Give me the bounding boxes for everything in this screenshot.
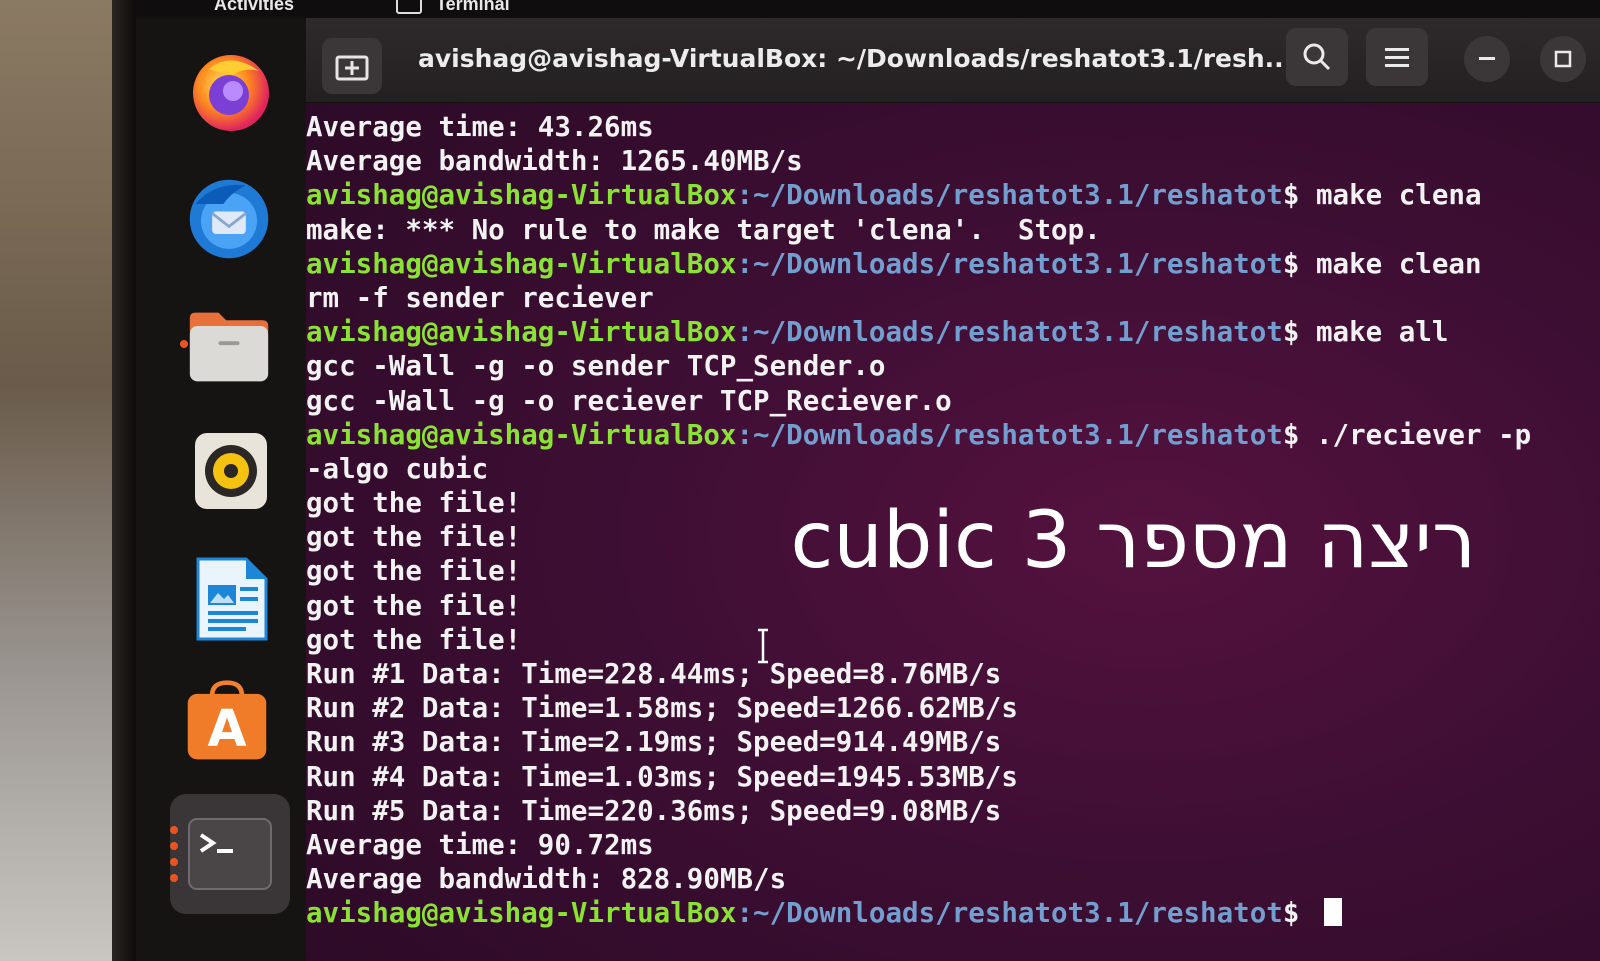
output-line: gcc -Wall -g -o sender TCP_Sender.o — [306, 350, 886, 383]
prompt-path: :~/Downloads/reshatot3.1/reshatot — [736, 897, 1283, 930]
top-bar: Activities Terminal — [136, 0, 1600, 18]
output-line: Run #3 Data: Time=2.19ms; Speed=914.49MB… — [306, 726, 1002, 759]
search-button[interactable] — [1286, 28, 1348, 86]
output-line: Average time: 90.72ms — [306, 828, 654, 861]
dock-item-software[interactable]: A — [184, 678, 270, 764]
window-title: avishag@avishag-VirtualBox: ~/Downloads/… — [418, 44, 1294, 73]
background-surface — [0, 0, 130, 961]
command-text: make clean — [1299, 247, 1482, 280]
prompt-path: :~/Downloads/reshatot3.1/reshatot — [736, 418, 1283, 451]
output-line: Average bandwidth: 1265.40MB/s — [306, 145, 803, 178]
prompt-user: avishag@avishag-VirtualBox — [306, 179, 737, 212]
prompt-user: avishag@avishag-VirtualBox — [306, 897, 737, 930]
dock-item-thunderbird[interactable] — [186, 176, 272, 262]
dock-item-terminal[interactable] — [170, 794, 290, 914]
output-line: rm -f sender reciever — [306, 281, 654, 314]
prompt-line: avishag@avishag-VirtualBox:~/Downloads/r… — [306, 896, 1600, 930]
output-line: Run #5 Data: Time=220.36ms; Speed=9.08MB… — [306, 794, 1002, 827]
prompt-user: avishag@avishag-VirtualBox — [306, 247, 737, 280]
prompt-line: avishag@avishag-VirtualBox:~/Downloads/r… — [306, 247, 1600, 281]
minimize-button[interactable] — [1464, 36, 1510, 82]
running-indicator — [180, 340, 188, 348]
firefox-icon — [193, 55, 269, 131]
dock-item-files[interactable] — [186, 304, 272, 390]
text-cursor-icon — [758, 628, 768, 664]
minimize-icon — [1479, 57, 1495, 60]
running-indicator — [170, 826, 178, 834]
output-line: make: *** No rule to make target 'clena'… — [306, 213, 1101, 246]
output-line: -algo cubic — [306, 452, 489, 485]
new-tab-icon — [335, 55, 369, 81]
menu-button[interactable] — [1366, 28, 1428, 86]
terminal-cursor — [1323, 898, 1342, 927]
thunderbird-icon — [189, 179, 269, 259]
files-icon — [189, 312, 269, 382]
prompt-line: avishag@avishag-VirtualBox:~/Downloads/r… — [306, 178, 1600, 212]
svg-text:A: A — [207, 699, 246, 758]
running-indicator — [170, 874, 178, 882]
prompt-path: :~/Downloads/reshatot3.1/reshatot — [736, 179, 1283, 212]
prompt-symbol: $ — [1282, 897, 1300, 930]
header-bar: avishag@avishag-VirtualBox: ~/Downloads/… — [306, 18, 1600, 103]
command-text: make all — [1299, 316, 1449, 349]
prompt-line: avishag@avishag-VirtualBox:~/Downloads/r… — [306, 418, 1600, 452]
prompt-symbol: $ — [1282, 247, 1300, 280]
search-icon — [1303, 43, 1331, 71]
overlay-caption: ריצה מספר 3 cubic — [790, 496, 1476, 586]
running-indicator — [170, 842, 178, 850]
running-indicator — [170, 858, 178, 866]
output-line: Run #4 Data: Time=1.03ms; Speed=1945.53M… — [306, 760, 1018, 793]
maximize-button[interactable] — [1540, 36, 1586, 82]
command-text — [1299, 897, 1316, 929]
app-menu-label: Terminal — [436, 0, 510, 14]
prompt-line: avishag@avishag-VirtualBox:~/Downloads/r… — [306, 315, 1600, 349]
output-line: gcc -Wall -g -o reciever TCP_Reciever.o — [306, 384, 952, 417]
activities-button[interactable]: Activities — [214, 0, 294, 15]
screen-bezel — [112, 0, 136, 961]
app-center-icon: A — [187, 680, 267, 760]
dock-item-writer[interactable] — [188, 556, 274, 642]
libreoffice-writer-icon — [196, 557, 268, 641]
maximize-icon — [1554, 50, 1572, 68]
terminal-icon — [188, 818, 272, 890]
dock-item-rhythmbox[interactable] — [188, 428, 274, 514]
command-text: ./reciever -p — [1299, 418, 1532, 451]
output-line: got the file! — [306, 589, 522, 622]
prompt-path: :~/Downloads/reshatot3.1/reshatot — [736, 316, 1283, 349]
command-text: make clena — [1299, 179, 1482, 212]
terminal-app-icon — [396, 0, 422, 15]
prompt-symbol: $ — [1282, 179, 1300, 212]
prompt-symbol: $ — [1282, 316, 1300, 349]
output-line: Average time: 43.26ms — [306, 111, 654, 143]
photo-stage: Activities Terminal A avishag@avishag-Vi… — [0, 0, 1600, 961]
prompt-user: avishag@avishag-VirtualBox — [306, 418, 737, 451]
prompt-user: avishag@avishag-VirtualBox — [306, 316, 737, 349]
dock-item-firefox[interactable] — [188, 48, 274, 134]
hamburger-menu-icon — [1385, 48, 1409, 67]
prompt-symbol: $ — [1282, 418, 1300, 451]
prompt-path: :~/Downloads/reshatot3.1/reshatot — [736, 247, 1283, 280]
output-line: Run #2 Data: Time=1.58ms; Speed=1266.62M… — [306, 692, 1018, 725]
dock: A — [136, 18, 306, 961]
rhythmbox-icon — [195, 433, 267, 509]
output-line: Average bandwidth: 828.90MB/s — [306, 863, 787, 896]
terminal-window: avishag@avishag-VirtualBox: ~/Downloads/… — [306, 18, 1600, 961]
output-line: got the file! — [306, 623, 522, 656]
app-menu[interactable]: Terminal — [396, 0, 510, 15]
output-line: Run #1 Data: Time=228.44ms; Speed=8.76MB… — [306, 658, 1002, 690]
new-tab-button[interactable] — [322, 38, 382, 94]
